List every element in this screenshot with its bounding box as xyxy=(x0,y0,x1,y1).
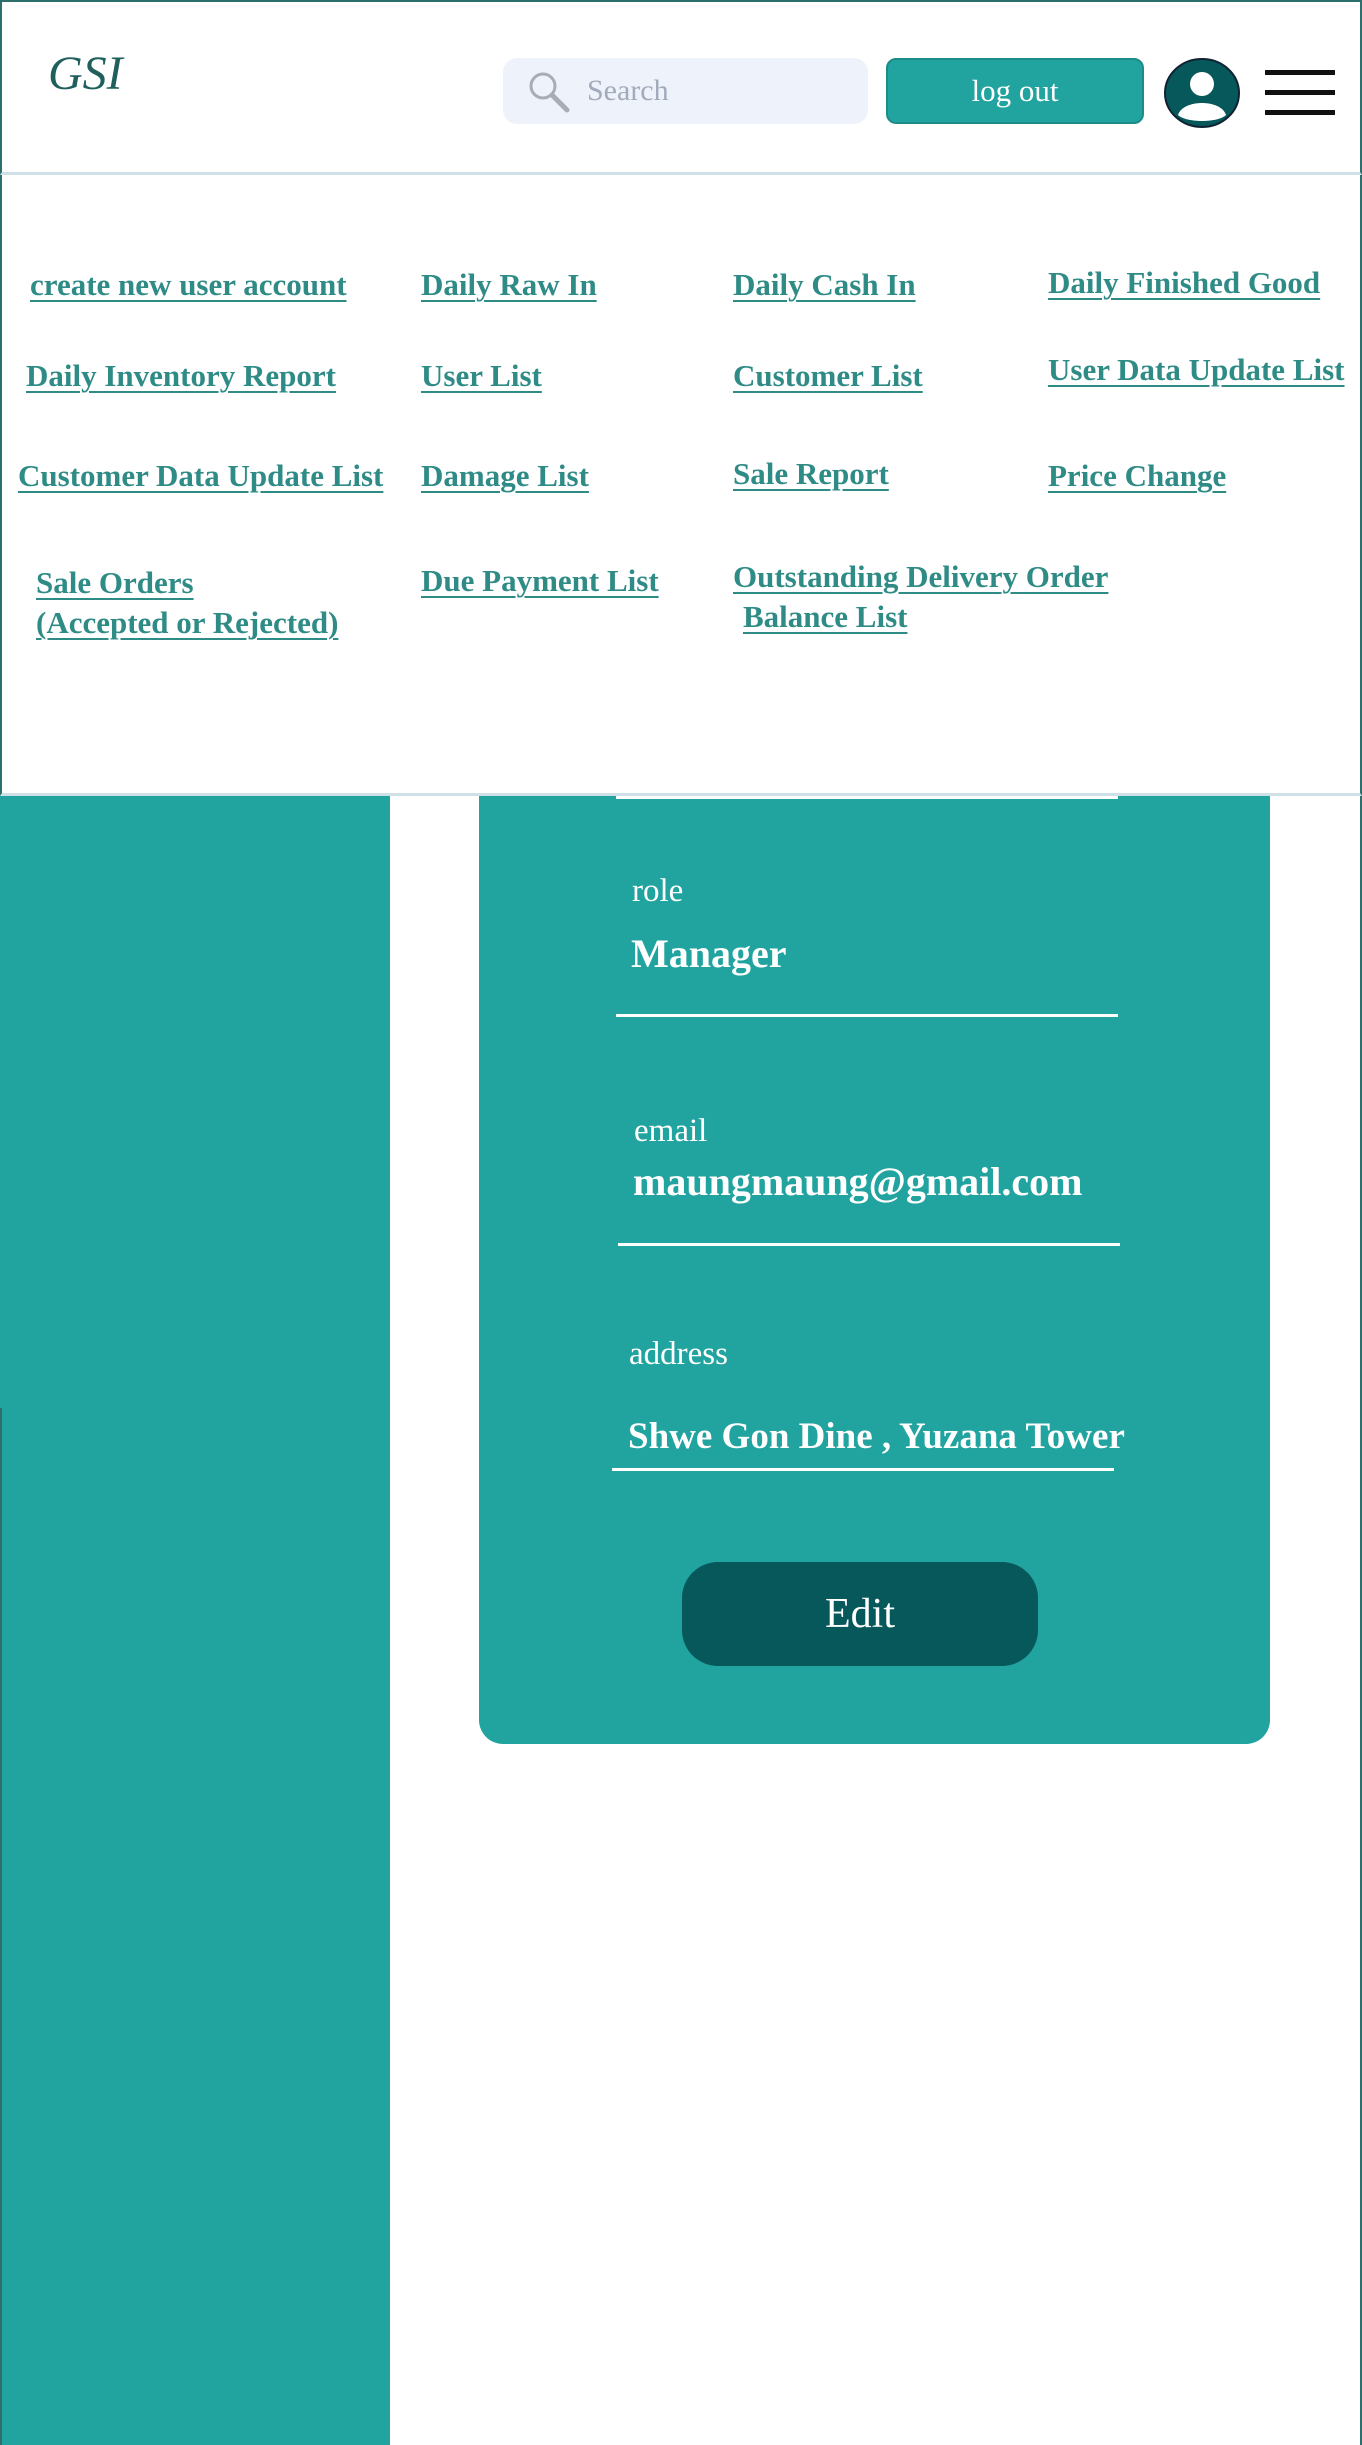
nav-link-sale-orders[interactable]: Sale Orders (Accepted or Rejected) xyxy=(36,563,338,643)
email-label: email xyxy=(634,1113,708,1149)
hamburger-menu-icon[interactable] xyxy=(1265,68,1335,118)
nav-link-daily-inventory-report[interactable]: Daily Inventory Report xyxy=(26,356,336,396)
nav-menu-panel: create new user account Daily Raw In Dai… xyxy=(0,175,1362,796)
search-input[interactable] xyxy=(587,58,857,124)
role-field-underline xyxy=(616,1014,1118,1017)
sale-orders-line2: (Accepted or Rejected) xyxy=(36,605,339,640)
nav-link-user-data-update-list[interactable]: User Data Update List xyxy=(1048,350,1345,390)
nav-link-sale-report[interactable]: Sale Report xyxy=(733,454,889,494)
address-label: address xyxy=(629,1336,728,1372)
sale-orders-line1: Sale Orders xyxy=(36,565,194,600)
user-avatar-icon[interactable] xyxy=(1163,57,1241,129)
email-value[interactable]: maungmaung@gmail.com xyxy=(633,1158,1082,1205)
nav-link-create-user[interactable]: create new user account xyxy=(30,265,347,305)
role-label: role xyxy=(632,873,684,909)
name-field-underline xyxy=(616,796,1118,799)
nav-link-customer-list[interactable]: Customer List xyxy=(733,356,923,396)
nav-link-daily-cash-in[interactable]: Daily Cash In xyxy=(733,265,916,305)
nav-link-customer-data-update-list[interactable]: Customer Data Update List xyxy=(18,456,383,496)
outstanding-line2: Balance List xyxy=(743,599,908,634)
nav-link-due-payment-list[interactable]: Due Payment List xyxy=(421,561,659,601)
search-icon xyxy=(529,72,570,113)
nav-link-daily-raw-in[interactable]: Daily Raw In xyxy=(421,265,597,305)
email-field-underline xyxy=(618,1243,1120,1246)
address-field-underline xyxy=(612,1468,1114,1471)
left-border xyxy=(0,1408,2,2445)
logo[interactable]: GSI xyxy=(48,46,123,101)
edit-button[interactable]: Edit xyxy=(682,1562,1038,1666)
role-value[interactable]: Manager xyxy=(631,930,787,977)
nav-link-daily-finished-good[interactable]: Daily Finished Good xyxy=(1048,263,1320,303)
nav-link-user-list[interactable]: User List xyxy=(421,356,542,396)
nav-link-price-change[interactable]: Price Change xyxy=(1048,456,1226,496)
outstanding-line1: Outstanding Delivery Order xyxy=(733,559,1109,594)
address-value[interactable]: Shwe Gon Dine , Yuzana Tower xyxy=(628,1415,1125,1458)
nav-link-damage-list[interactable]: Damage List xyxy=(421,456,589,496)
top-header: GSI log out xyxy=(0,0,1362,175)
nav-link-outstanding-delivery-order[interactable]: Outstanding Delivery Order Balance List xyxy=(733,557,1108,637)
logout-button[interactable]: log out xyxy=(886,58,1144,124)
search-box[interactable] xyxy=(503,58,868,124)
